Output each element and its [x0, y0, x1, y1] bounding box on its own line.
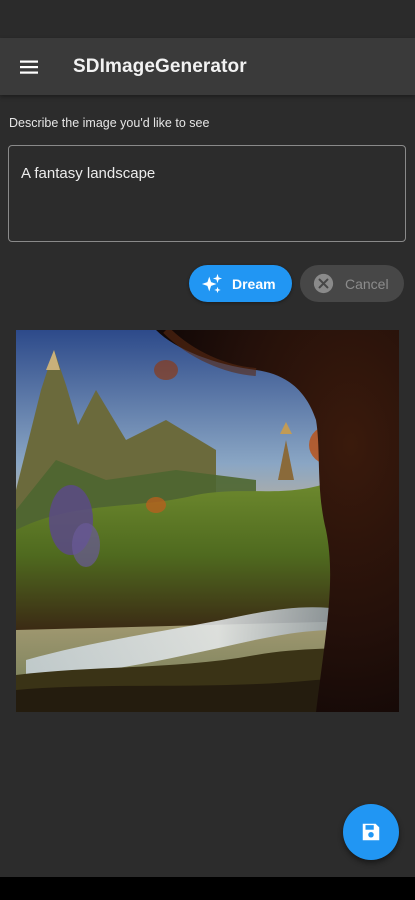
- system-nav-bar: [0, 877, 415, 900]
- cancel-button: Cancel: [300, 265, 404, 302]
- app-bar: SDImageGenerator: [0, 38, 415, 95]
- app-title: SDImageGenerator: [73, 55, 247, 77]
- cancel-circle-icon: [313, 273, 334, 294]
- prompt-input[interactable]: A fantasy landscape: [8, 145, 406, 242]
- status-bar: [0, 0, 415, 38]
- menu-button[interactable]: [0, 38, 58, 95]
- sparkles-icon: [201, 273, 223, 293]
- prompt-label: Describe the image you'd like to see: [9, 116, 210, 130]
- menu-icon: [20, 60, 38, 74]
- cancel-button-label: Cancel: [345, 275, 389, 292]
- save-fab[interactable]: [343, 804, 399, 860]
- generated-image: [16, 330, 399, 712]
- dream-button[interactable]: Dream: [189, 265, 292, 302]
- dream-button-label: Dream: [232, 275, 276, 292]
- save-icon: [362, 823, 380, 841]
